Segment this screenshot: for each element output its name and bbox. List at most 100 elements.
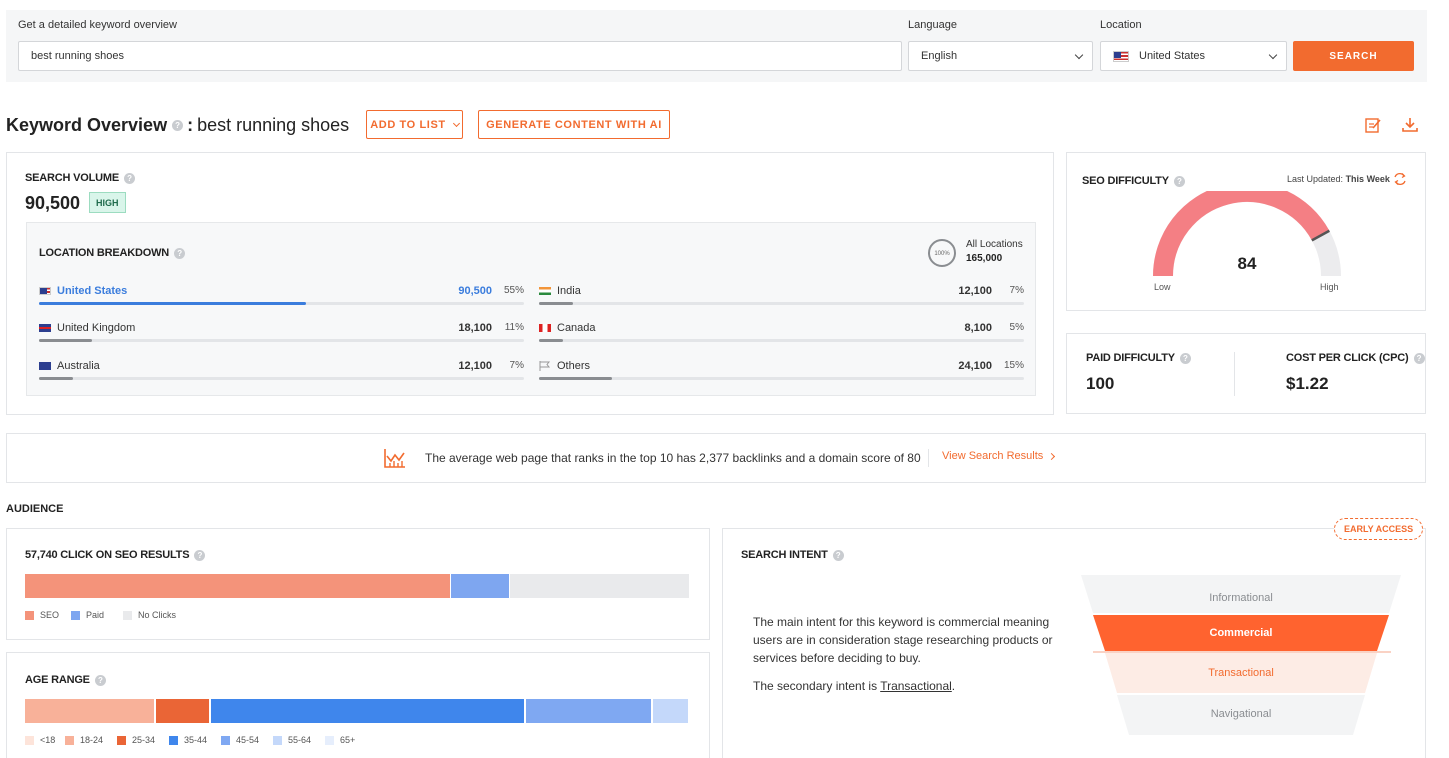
all-locations-label: All Locations bbox=[966, 239, 1023, 250]
help-icon[interactable]: ? bbox=[832, 549, 844, 561]
legend-item: 45-54 bbox=[221, 735, 259, 745]
intent-secondary-value[interactable]: Transactional bbox=[880, 679, 952, 693]
clicks-label: 57,740 CLICK ON SEO RESULTS? bbox=[25, 549, 206, 561]
location-label: Location bbox=[1100, 19, 1142, 31]
india-flag-icon bbox=[539, 287, 551, 295]
paid-difficulty-value: 100 bbox=[1086, 374, 1115, 393]
help-icon[interactable]: ? bbox=[1413, 352, 1425, 364]
us-flag-icon bbox=[39, 287, 51, 295]
location-bar-fill bbox=[39, 302, 306, 305]
clicks-legend: SEO Paid No Clicks bbox=[25, 610, 690, 622]
legend-item: 65+ bbox=[325, 735, 355, 745]
search-intent-card: SEARCH INTENT? The main intent for this … bbox=[722, 528, 1426, 758]
chart-trend-icon bbox=[384, 449, 405, 468]
bar-segment-25-34 bbox=[156, 699, 210, 723]
intent-main-text: The main intent for this keyword is comm… bbox=[753, 615, 1053, 665]
page-title: Keyword Overview ? : best running shoes bbox=[6, 115, 349, 136]
download-icon[interactable] bbox=[1401, 116, 1419, 134]
refresh-icon[interactable] bbox=[1392, 171, 1408, 187]
seo-difficulty-card: SEO DIFFICULTY? Last Updated: This Week … bbox=[1066, 152, 1426, 311]
legend-item: 55-64 bbox=[273, 735, 311, 745]
help-icon[interactable]: ? bbox=[1179, 352, 1191, 364]
location-row-others[interactable]: Others 24,100 15% bbox=[539, 358, 1024, 388]
age-legend: <18 18-24 25-34 35-44 45-54 55-64 65+ bbox=[25, 735, 690, 747]
location-value: 18,100 bbox=[458, 322, 492, 334]
help-icon[interactable]: ? bbox=[123, 172, 135, 184]
location-row-canada[interactable]: Canada 8,100 5% bbox=[539, 320, 1024, 350]
divider bbox=[1234, 352, 1235, 396]
age-range-card: AGE RANGE? <18 18-24 25-34 35-44 45-54 55-64 6… bbox=[6, 652, 710, 758]
search-volume-label-text: SEARCH VOLUME bbox=[25, 172, 119, 184]
paid-difficulty-label-text: PAID DIFFICULTY bbox=[1086, 352, 1175, 364]
early-access-badge: EARLY ACCESS bbox=[1334, 518, 1424, 540]
paid-difficulty-card: PAID DIFFICULTY? 100 COST PER CLICK (CPC… bbox=[1066, 333, 1426, 414]
legend-label: 25-34 bbox=[132, 735, 156, 745]
volume-level-badge: HIGH bbox=[89, 192, 126, 213]
location-bar bbox=[39, 377, 524, 380]
location-value: 8,100 bbox=[964, 322, 992, 334]
help-icon[interactable]: ? bbox=[194, 549, 206, 561]
chevron-right-icon bbox=[1048, 452, 1056, 460]
location-value: 12,100 bbox=[458, 360, 492, 372]
legend-item: No Clicks bbox=[123, 610, 176, 620]
seo-difficulty-label: SEO DIFFICULTY? bbox=[1082, 175, 1185, 187]
legend-label: 65+ bbox=[340, 735, 356, 745]
language-label: Language bbox=[908, 19, 957, 31]
backlinks-banner: The average web page that ranks in the t… bbox=[6, 433, 1426, 483]
legend-swatch bbox=[221, 735, 230, 745]
location-bar-fill bbox=[539, 377, 612, 380]
legend-swatch bbox=[65, 735, 74, 745]
add-to-list-button[interactable]: ADD TO LIST bbox=[366, 110, 463, 139]
funnel-label-informational: Informational bbox=[1209, 592, 1273, 604]
location-bar-fill bbox=[539, 302, 573, 305]
bar-segment-35-44 bbox=[211, 699, 525, 723]
location-name: Australia bbox=[39, 360, 100, 372]
location-row-india[interactable]: India 12,100 7% bbox=[539, 283, 1024, 313]
legend-label: 55-64 bbox=[288, 735, 312, 745]
divider bbox=[928, 449, 929, 467]
location-name: United Kingdom bbox=[39, 322, 135, 334]
seo-difficulty-label-text: SEO DIFFICULTY bbox=[1082, 175, 1169, 187]
legend-label: No Clicks bbox=[138, 610, 177, 620]
location-pct: 15% bbox=[1003, 360, 1024, 371]
location-row-australia[interactable]: Australia 12,100 7% bbox=[39, 358, 524, 388]
help-icon[interactable]: ? bbox=[172, 120, 184, 131]
bar-segment-paid bbox=[450, 574, 510, 598]
view-search-results-link[interactable]: View Search Results bbox=[942, 450, 1056, 462]
location-row-united-kingdom[interactable]: United Kingdom 18,100 11% bbox=[39, 320, 524, 350]
cpc-label: COST PER CLICK (CPC)? bbox=[1286, 352, 1425, 364]
generate-content-ai-button[interactable]: GENERATE CONTENT WITH AI bbox=[478, 110, 670, 139]
bar-segment-18-24 bbox=[25, 699, 154, 723]
location-select[interactable]: United States bbox=[1100, 41, 1287, 71]
page-title-keyword: best running shoes bbox=[197, 115, 350, 135]
location-bar-fill bbox=[539, 339, 564, 342]
title-separator: : bbox=[187, 115, 194, 135]
funnel-label-commercial: Commercial bbox=[1209, 627, 1273, 639]
keyword-input[interactable]: best running shoes bbox=[18, 41, 902, 71]
legend-label: <18 bbox=[40, 735, 56, 745]
location-value: 24,100 bbox=[958, 360, 992, 372]
view-search-results-text: View Search Results bbox=[942, 450, 1044, 462]
bar-segment-no-clicks bbox=[510, 574, 689, 598]
clicks-label-text: 57,740 CLICK ON SEO RESULTS bbox=[25, 549, 190, 561]
edit-note-icon[interactable] bbox=[1364, 116, 1382, 134]
legend-item: <18 bbox=[25, 735, 55, 745]
funnel-label-transactional: Transactional bbox=[1208, 667, 1274, 679]
help-icon[interactable]: ? bbox=[94, 674, 106, 686]
location-bar bbox=[539, 302, 1024, 305]
search-button[interactable]: SEARCH bbox=[1293, 41, 1414, 71]
language-select[interactable]: English bbox=[908, 41, 1093, 71]
legend-item: SEO bbox=[25, 610, 59, 620]
location-pct: 5% bbox=[1009, 322, 1024, 333]
bar-segment-seo bbox=[25, 574, 450, 598]
intent-secondary-suffix: . bbox=[951, 679, 956, 693]
location-value: United States bbox=[1139, 50, 1206, 62]
last-updated: Last Updated: This Week bbox=[1287, 174, 1390, 184]
help-icon[interactable]: ? bbox=[1173, 175, 1185, 187]
keyword-input-label: Get a detailed keyword overview bbox=[18, 19, 177, 31]
location-row-united-states[interactable]: United States 90,500 55% bbox=[39, 283, 524, 313]
location-pct: 55% bbox=[503, 285, 524, 296]
flag-outline-icon bbox=[539, 361, 551, 371]
location-bar bbox=[539, 377, 1024, 380]
help-icon[interactable]: ? bbox=[174, 247, 186, 259]
